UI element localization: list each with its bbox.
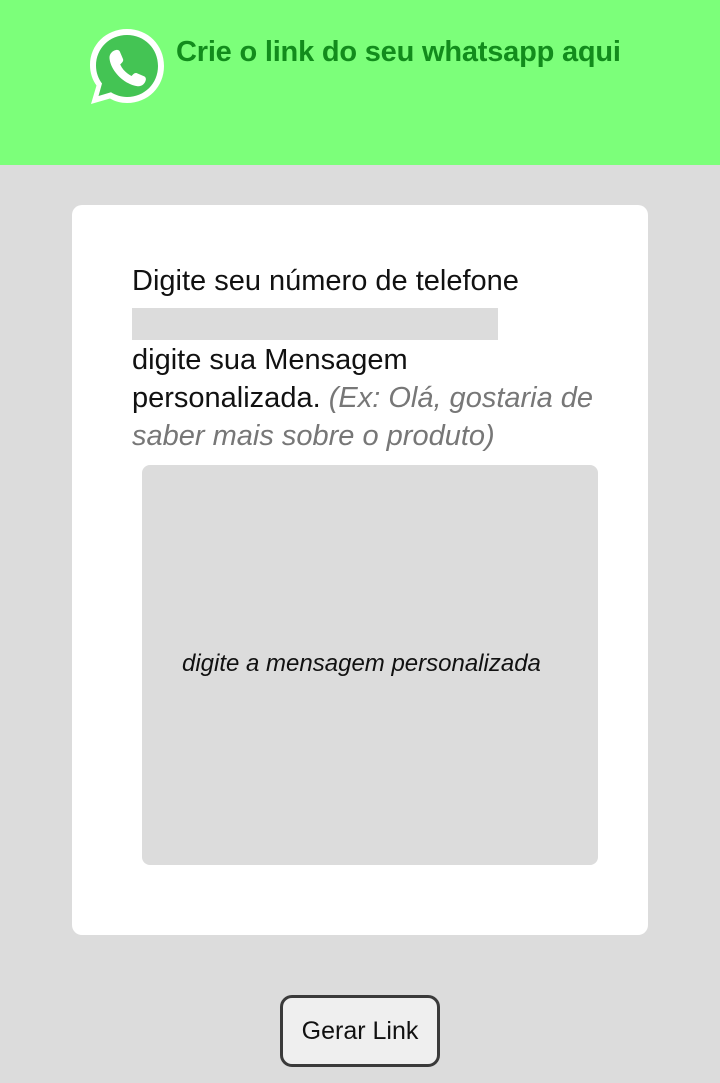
link-form-card: Digite seu número de telefone digite sua…: [72, 205, 648, 935]
message-textarea[interactable]: digite a mensagem personalizada: [142, 465, 598, 865]
generate-link-button[interactable]: Gerar Link: [280, 995, 440, 1067]
phone-label: Digite seu número de telefone: [132, 265, 519, 297]
whatsapp-logo-icon: [90, 29, 164, 104]
page-title: Crie o link do seu whatsapp aqui: [176, 36, 621, 68]
message-placeholder: digite a mensagem personalizada: [182, 650, 541, 677]
message-label: digite sua Mensagem personalizada. (Ex: …: [132, 341, 602, 455]
phone-input[interactable]: [132, 308, 498, 340]
header-bar: Crie o link do seu whatsapp aqui: [0, 0, 720, 165]
